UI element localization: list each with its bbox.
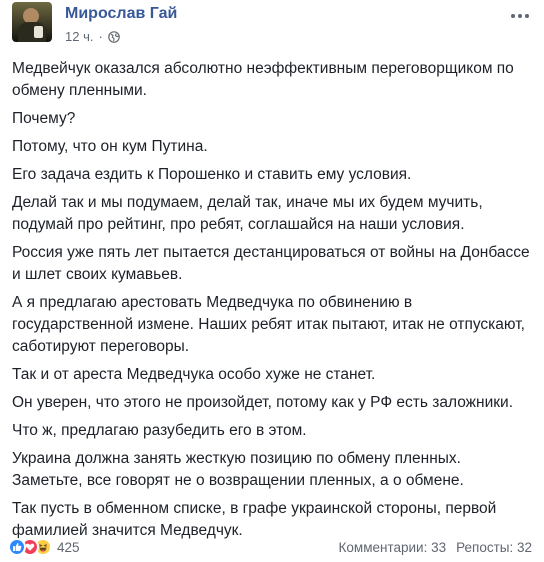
post-paragraph: Почему? bbox=[12, 110, 76, 127]
post-paragraph: Так и от ареста Медведчука особо хуже не… bbox=[12, 366, 376, 383]
facebook-post: Мирослав Гай 12 ч. · Медвейчук оказался … bbox=[0, 0, 544, 562]
post-paragraph: А я предлагаю арестовать Медведчука по о… bbox=[12, 294, 525, 355]
more-dot bbox=[511, 14, 515, 18]
post-paragraph: Он уверен, что этого не произойдет, пото… bbox=[12, 394, 514, 411]
post-footer: 425 Комментарии: 33 Репосты: 32 bbox=[8, 537, 532, 559]
globe-icon[interactable] bbox=[108, 30, 120, 43]
comments-count-link[interactable]: Комментарии: 33 bbox=[339, 540, 447, 555]
more-options-icon[interactable] bbox=[508, 8, 532, 24]
post-meta: 12 ч. · bbox=[65, 29, 120, 44]
post-paragraph: Потому, что он кум Путина. bbox=[12, 138, 208, 155]
post-paragraph: Что ж, предлагаю разубедить его в этом. bbox=[12, 422, 307, 439]
post-paragraph: Делай так и мы подумаем, делай так, инач… bbox=[12, 194, 483, 233]
post-paragraph: Медвейчук оказался абсолютно неэффективн… bbox=[12, 60, 514, 99]
more-dot bbox=[525, 14, 529, 18]
post-paragraph: Россия уже пять лет пытается дестанциров… bbox=[12, 244, 530, 283]
post-paragraph: Украина должна занять жесткую позицию по… bbox=[12, 450, 464, 489]
shares-count-link[interactable]: Репосты: 32 bbox=[456, 540, 532, 555]
post-header: Мирослав Гай 12 ч. · bbox=[12, 2, 532, 46]
meta-separator: · bbox=[98, 29, 103, 44]
post-stats: Комментарии: 33 Репосты: 32 bbox=[339, 540, 532, 555]
avatar-detail bbox=[34, 26, 43, 38]
post-paragraph: Так пусть в обменном списке, в графе укр… bbox=[12, 500, 497, 539]
post-body: Медвейчук оказался абсолютно неэффективн… bbox=[12, 58, 532, 548]
avatar[interactable] bbox=[12, 2, 52, 42]
author-name[interactable]: Мирослав Гай bbox=[65, 5, 177, 23]
post-paragraph: Его задача ездить к Порошенко и ставить … bbox=[12, 166, 412, 183]
post-timestamp[interactable]: 12 ч. bbox=[65, 29, 93, 44]
like-icon bbox=[8, 538, 26, 556]
reactions-summary[interactable]: 425 bbox=[8, 538, 80, 556]
more-dot bbox=[518, 14, 522, 18]
reaction-count: 425 bbox=[57, 539, 80, 555]
